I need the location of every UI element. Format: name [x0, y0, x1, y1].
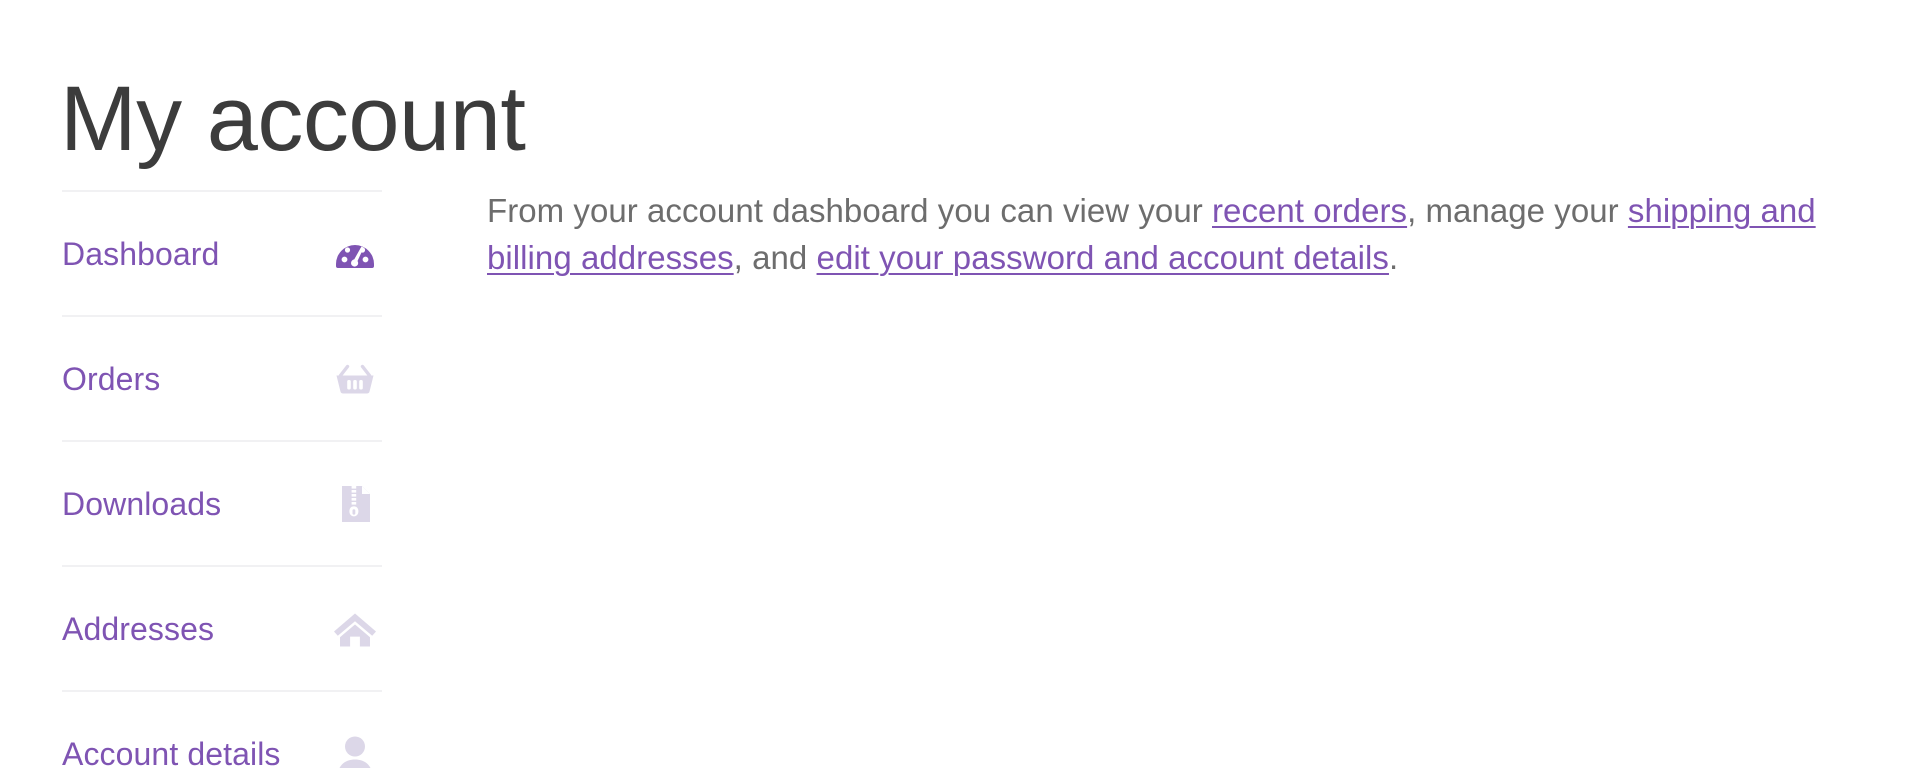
- sidebar-item-addresses[interactable]: Addresses: [62, 565, 382, 690]
- sidebar-item-dashboard[interactable]: Dashboard: [62, 190, 382, 315]
- recent-orders-link[interactable]: recent orders: [1212, 192, 1407, 229]
- my-account-page: My account Dashboard Orders Downloads Ad…: [0, 0, 1920, 768]
- intro-text-part2: , manage your: [1407, 192, 1628, 229]
- speedometer-icon: [332, 231, 378, 277]
- intro-text-part3: , and: [733, 238, 817, 276]
- intro-text-part1: From your account dashboard you can view…: [487, 192, 1212, 229]
- sidebar-item-label: Account details: [62, 735, 281, 768]
- sidebar-item-account-details[interactable]: Account details: [62, 690, 382, 768]
- sidebar-item-downloads[interactable]: Downloads: [62, 440, 382, 565]
- user-icon: [332, 731, 378, 768]
- edit-password-account-details-link[interactable]: edit your password and account details: [817, 239, 1389, 276]
- sidebar-item-label: Addresses: [62, 610, 215, 647]
- zip-file-icon: [332, 481, 378, 527]
- intro-text-part4: .: [1388, 238, 1399, 276]
- sidebar-item-label: Downloads: [62, 485, 222, 522]
- sidebar-item-label: Dashboard: [62, 235, 220, 272]
- account-body: Dashboard Orders Downloads Addresses Acc…: [0, 190, 1920, 768]
- page-title: My account: [60, 67, 526, 170]
- sidebar-item-label: Orders: [62, 360, 161, 397]
- account-content: From your account dashboard you can view…: [487, 188, 1865, 282]
- sidebar-item-orders[interactable]: Orders: [62, 315, 382, 440]
- home-icon: [332, 606, 378, 652]
- account-navigation: Dashboard Orders Downloads Addresses Acc…: [62, 190, 382, 768]
- shopping-basket-icon: [332, 356, 378, 402]
- dashboard-intro-text: From your account dashboard you can view…: [487, 188, 1865, 282]
